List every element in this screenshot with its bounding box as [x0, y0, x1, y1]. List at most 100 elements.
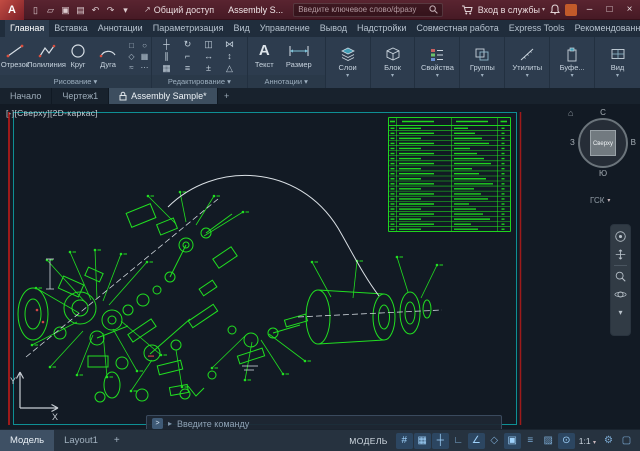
ribbon-tab-express-tools[interactable]: Express Tools [504, 20, 570, 37]
layers-panel-button[interactable]: Слои▾ [326, 37, 371, 88]
selection-cycling-icon[interactable]: ⊙ [558, 433, 575, 449]
new-layout-button[interactable]: + [108, 435, 126, 446]
polygon-tool-icon[interactable]: ◇ [125, 51, 138, 62]
ucs-selector-button[interactable]: ГСК ▾ [590, 196, 610, 205]
draw-panel-title[interactable]: Рисование ▾ [0, 75, 151, 88]
properties-panel-button[interactable]: Свойства▾ [415, 37, 460, 88]
redo-icon[interactable]: ↷ [104, 0, 117, 20]
viewcube[interactable]: ⌂ С Ю З В Сверху [570, 110, 636, 176]
zoom-icon[interactable] [613, 269, 628, 284]
move-tool-icon[interactable]: ┼ [156, 38, 177, 50]
maximize-button[interactable]: □ [602, 0, 617, 20]
object-snap-icon[interactable]: ▣ [504, 433, 521, 449]
file-tab-start[interactable]: Начало [0, 88, 52, 104]
ribbon-tab-collaborate[interactable]: Совместная работа [411, 20, 503, 37]
ribbon-tab-insert[interactable]: Вставка [49, 20, 92, 37]
text-tool-button[interactable]: А Текст [248, 43, 281, 69]
rotate-tool-icon[interactable]: ↻ [177, 38, 198, 50]
scale-tool-icon[interactable]: ↕ [219, 50, 240, 62]
navbar-more-icon[interactable]: ▾ [613, 305, 628, 320]
viewport-controls[interactable]: [-][Сверху][2D-каркас] [6, 108, 98, 118]
arc-tool-button[interactable]: Дуга [93, 43, 123, 69]
groups-panel-button[interactable]: Группы▾ [460, 37, 505, 88]
annotation-scale-button[interactable]: 1:1 ▾ [576, 436, 599, 446]
minimize-button[interactable]: – [582, 0, 597, 20]
ribbon-tab-parametric[interactable]: Параметризация [148, 20, 229, 37]
lineweight-tool-icon[interactable]: ≡ [177, 62, 198, 74]
copy-tool-icon[interactable]: ◫ [198, 38, 219, 50]
model-space-canvas[interactable] [0, 104, 640, 429]
more-tools-icon[interactable]: ⋯ [138, 62, 151, 73]
command-input[interactable]: Введите команду [177, 419, 249, 429]
viewcube-east[interactable]: В [631, 138, 636, 147]
orbit-icon[interactable] [613, 287, 628, 302]
fillet-tool-icon[interactable]: ± [198, 62, 219, 74]
viewcube-south[interactable]: Ю [570, 169, 636, 178]
chamfer-tool-icon[interactable]: △ [219, 62, 240, 74]
drawing-area[interactable]: [-][Сверху][2D-каркас] ⌂ С Ю З В Сверху … [0, 104, 640, 429]
ribbon-tab-manage[interactable]: Управление [255, 20, 315, 37]
model-mode-button[interactable]: МОДЕЛЬ [349, 436, 388, 446]
new-file-icon[interactable]: ▯ [29, 0, 42, 20]
dynamic-input-icon[interactable]: ┼ [432, 433, 449, 449]
view-panel-button[interactable]: Вид▾ [595, 37, 640, 88]
close-button[interactable]: × [622, 0, 637, 20]
rectangle-tool-icon[interactable]: □ [125, 40, 138, 51]
circle-tool-button[interactable]: Круг [63, 43, 93, 69]
hatch-tool-icon[interactable]: ▦ [138, 51, 151, 62]
plot-icon[interactable]: ▤ [74, 0, 87, 20]
ribbon-tab-home[interactable]: Главная [5, 20, 49, 37]
qat-customize-icon[interactable]: ▾ [119, 0, 132, 20]
annotation-panel-title[interactable]: Аннотации ▾ [248, 75, 325, 88]
polyline-tool-button[interactable]: Полилиния [30, 43, 63, 69]
array-tool-icon[interactable]: ▦ [156, 62, 177, 74]
model-space-tab[interactable]: Модель [0, 430, 54, 451]
file-tab-assembly-sample[interactable]: Assembly Sample* [109, 88, 218, 104]
viewcube-top-face[interactable]: Сверху [590, 130, 616, 156]
stretch-tool-icon[interactable]: ↔ [198, 50, 219, 62]
viewcube-north[interactable]: С [570, 108, 636, 117]
notification-bell-icon[interactable] [550, 4, 560, 15]
viewcube-west[interactable]: З [570, 138, 575, 147]
isodraft-icon[interactable]: ◇ [486, 433, 503, 449]
app-menu-button[interactable]: A [0, 0, 24, 20]
ellipse-tool-icon[interactable]: ○ [138, 40, 151, 51]
search-input[interactable] [298, 5, 426, 14]
signin-button[interactable]: Вход в службы▾ [478, 5, 545, 15]
share-button[interactable]: ↗ Общий доступ [144, 5, 214, 15]
transparency-toggle-icon[interactable]: ▨ [540, 433, 557, 449]
workspace-gear-icon[interactable]: ⚙ [600, 433, 617, 449]
undo-icon[interactable]: ↶ [89, 0, 102, 20]
dimension-tool-button[interactable]: Размер [281, 43, 317, 69]
offset-tool-icon[interactable]: ∥ [156, 50, 177, 62]
ortho-toggle-icon[interactable]: ∟ [450, 433, 467, 449]
app-store-cart-icon[interactable] [461, 5, 473, 15]
file-tab-drawing1[interactable]: Чертеж1 [52, 88, 109, 104]
ribbon-tab-output[interactable]: Вывод [315, 20, 352, 37]
line-tool-button[interactable]: Отрезок [0, 43, 30, 69]
lineweight-toggle-icon[interactable]: ≡ [522, 433, 539, 449]
polar-tracking-icon[interactable]: ∠ [468, 433, 485, 449]
grid-toggle-icon[interactable]: # [396, 433, 413, 449]
ribbon-tab-annotate[interactable]: Аннотации [93, 20, 148, 37]
spline-tool-icon[interactable]: ≈ [125, 62, 138, 73]
navigation-wheel-icon[interactable] [613, 229, 628, 244]
layout1-tab[interactable]: Layout1 [54, 430, 108, 451]
ribbon-tab-view[interactable]: Вид [228, 20, 254, 37]
trim-tool-icon[interactable]: ⌐ [177, 50, 198, 62]
pan-icon[interactable] [613, 247, 628, 262]
command-customize-icon[interactable]: > [152, 418, 163, 429]
ribbon-tab-featured-apps[interactable]: Рекомендованные приложения [570, 20, 640, 37]
snap-toggle-icon[interactable]: ▦ [414, 433, 431, 449]
utilities-panel-button[interactable]: Утилиты▾ [505, 37, 550, 88]
ribbon-tab-addins[interactable]: Надстройки [352, 20, 411, 37]
save-icon[interactable]: ▣ [59, 0, 72, 20]
open-file-icon[interactable]: ▱ [44, 0, 57, 20]
block-panel-button[interactable]: Блок▾ [371, 37, 416, 88]
modify-panel-title[interactable]: Редактирование ▾ [152, 75, 247, 88]
featured-app-badge-icon[interactable] [565, 4, 577, 16]
clipboard-panel-button[interactable]: Буфе...▾ [550, 37, 595, 88]
new-drawing-tab-button[interactable]: + [218, 88, 236, 104]
clean-screen-icon[interactable]: ▢ [618, 433, 635, 449]
search-icon[interactable] [429, 5, 438, 14]
